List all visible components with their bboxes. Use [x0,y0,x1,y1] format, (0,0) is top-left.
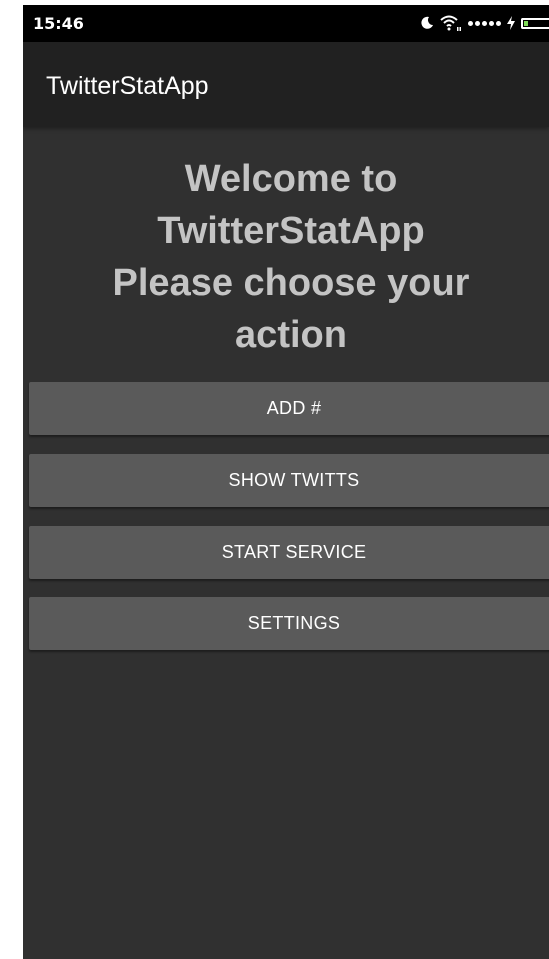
charging-icon [507,16,515,30]
add-hashtag-button-label: ADD # [266,398,322,418]
app-title: TwitterStatApp [46,72,209,100]
welcome-line: TwitterStatApp [157,210,425,252]
wifi-icon [440,14,462,32]
add-hashtag-button[interactable]: ADD # [29,382,549,435]
status-bar: 15:46 [23,5,549,42]
welcome-line: Welcome to [184,158,398,200]
show-twitts-button-label: SHOW TWITTS [228,470,360,490]
status-icons [420,11,549,35]
moon-icon [420,16,434,30]
welcome-line: action [235,314,347,356]
start-service-button[interactable]: START SERVICE [29,526,549,579]
app-bar: TwitterStatApp [23,42,549,127]
settings-button-label: SETTINGS [247,613,341,633]
app-screen: 15:46 TwitterStatApp Welcome to TwitterS… [23,5,549,959]
signal-dots-icon [468,20,501,26]
battery-icon [521,17,549,29]
welcome-text: Welcome to TwitterStatApp Please choose … [23,153,549,361]
start-service-button-label: START SERVICE [221,542,367,562]
welcome-line: Please choose your [112,262,470,304]
settings-button[interactable]: SETTINGS [29,597,549,650]
show-twitts-button[interactable]: SHOW TWITTS [29,454,549,507]
status-time: 15:46 [33,14,84,33]
